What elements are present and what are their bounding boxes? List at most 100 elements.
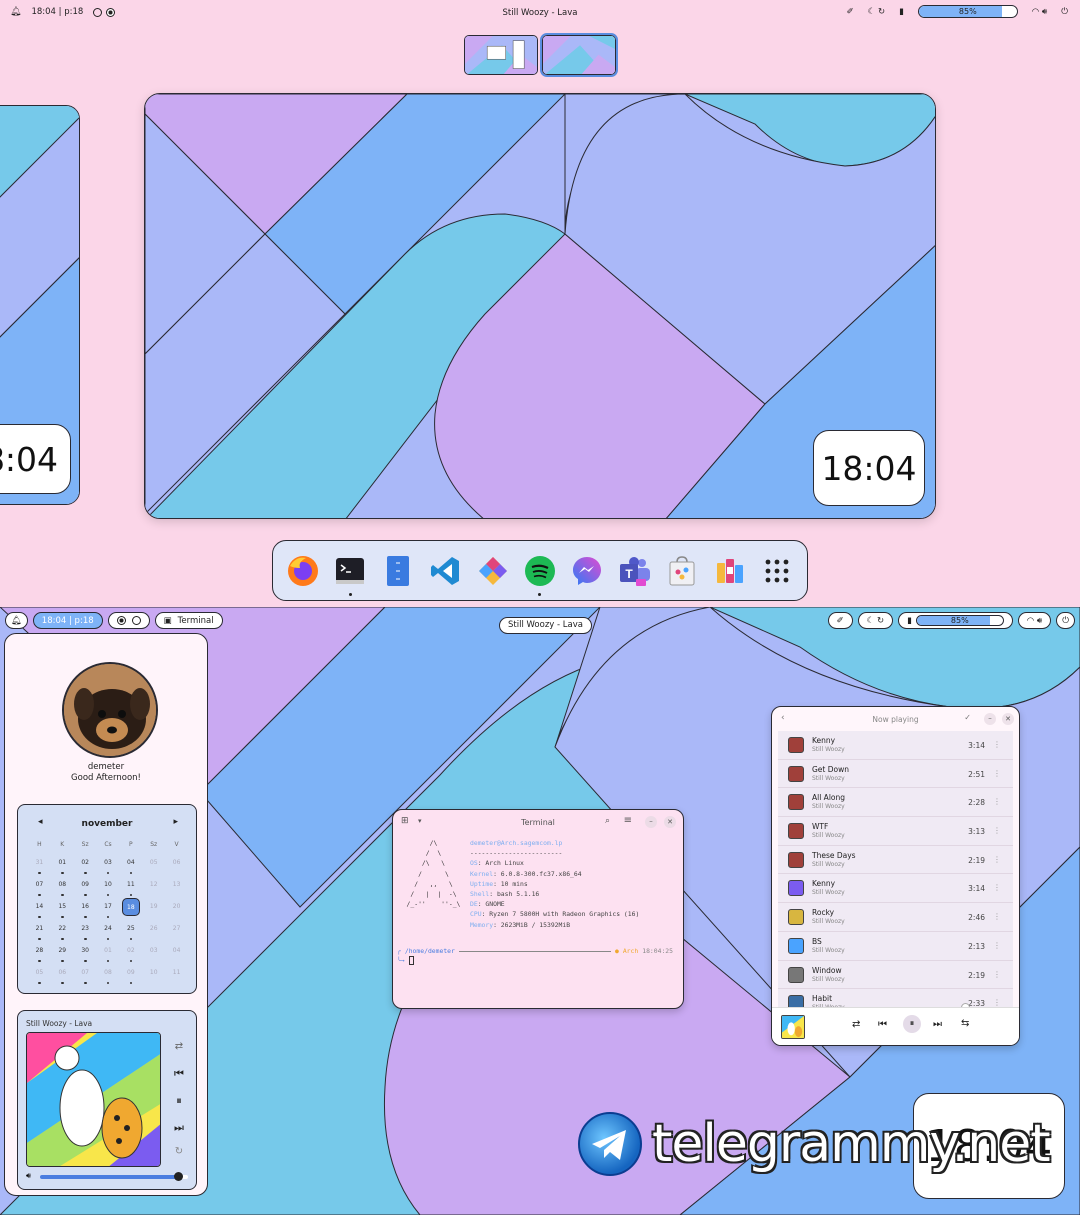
menu-icon[interactable]: ≡ bbox=[624, 815, 632, 826]
calendar-day[interactable]: 12 bbox=[142, 877, 165, 899]
calendar-day[interactable]: 30 bbox=[74, 943, 97, 965]
calendar-day[interactable]: 27 bbox=[165, 921, 188, 943]
volume-knob[interactable] bbox=[173, 1172, 183, 1181]
calendar-day[interactable]: 10 bbox=[97, 877, 120, 899]
calendar-day[interactable]: 09 bbox=[119, 965, 142, 987]
calendar-day[interactable]: 05 bbox=[28, 965, 51, 987]
calendar-day[interactable]: 28 bbox=[28, 943, 51, 965]
dock-teams[interactable]: T bbox=[617, 553, 653, 589]
active-workspace-preview[interactable]: 18:04 bbox=[144, 93, 936, 519]
calendar-day[interactable]: 03 bbox=[142, 943, 165, 965]
calendar-day[interactable]: 07 bbox=[74, 965, 97, 987]
dock-messenger[interactable] bbox=[569, 553, 605, 589]
calendar-day[interactable]: 17 bbox=[97, 899, 120, 921]
pause-button[interactable]: ⏸ bbox=[903, 1015, 921, 1033]
dock-software[interactable] bbox=[664, 553, 700, 589]
avatar[interactable] bbox=[62, 662, 158, 758]
album-cover[interactable] bbox=[26, 1032, 161, 1167]
calendar-day[interactable]: 26 bbox=[142, 921, 165, 943]
dock-kodi[interactable] bbox=[475, 553, 511, 589]
color-picker-button[interactable]: ✐ bbox=[827, 612, 853, 629]
night-light-button[interactable]: ☾ ↻ bbox=[857, 612, 894, 629]
calendar-day[interactable]: 01 bbox=[51, 855, 74, 877]
calendar-day[interactable]: 31 bbox=[28, 855, 51, 877]
workspace-thumbnail-2[interactable] bbox=[540, 33, 618, 77]
previous-button[interactable]: ⏮ bbox=[878, 1019, 887, 1030]
calendar-day[interactable]: 06 bbox=[165, 855, 188, 877]
next-button[interactable]: ⏭ bbox=[933, 1019, 942, 1030]
more-options-icon[interactable]: ⋮ bbox=[993, 797, 1001, 806]
notifications-button[interactable]: 🔔︎ bbox=[5, 612, 28, 629]
workspace-dot-empty[interactable] bbox=[131, 616, 141, 625]
workspace-dot-active[interactable] bbox=[116, 616, 126, 625]
track-row[interactable]: These Days Still Woozy 2:19 ⋮ bbox=[778, 845, 1013, 875]
shuffle-button[interactable]: ⇄ bbox=[172, 1041, 186, 1052]
calendar-next-button[interactable]: ▸ bbox=[173, 817, 178, 827]
calendar-day[interactable]: 01 bbox=[97, 943, 120, 965]
track-row[interactable]: Kenny Still Woozy 3:14 ⋮ bbox=[778, 731, 1013, 760]
dock-text-editor[interactable] bbox=[380, 553, 416, 589]
now-playing-cover[interactable] bbox=[781, 1015, 805, 1039]
calendar-day[interactable]: 11 bbox=[165, 965, 188, 987]
shuffle-button[interactable]: ⇄ bbox=[852, 1019, 860, 1030]
color-picker-icon[interactable]: ✐ bbox=[847, 7, 854, 17]
focused-app-button[interactable]: ▣ Terminal bbox=[154, 612, 223, 629]
calendar-day[interactable]: 14 bbox=[28, 899, 51, 921]
calendar-day[interactable]: 07 bbox=[28, 877, 51, 899]
calendar-day[interactable]: 08 bbox=[97, 965, 120, 987]
more-options-icon[interactable]: ⋮ bbox=[993, 941, 1001, 950]
calendar-day[interactable]: 08 bbox=[51, 877, 74, 899]
terminal-window[interactable]: ⊞ ▾ Terminal ⌕ ≡ – ✕ /\ / \ /\ \ / \ / ,… bbox=[392, 809, 684, 1009]
battery-button[interactable]: ▮ 85% bbox=[898, 612, 1013, 629]
more-options-icon[interactable]: ⋮ bbox=[993, 740, 1001, 749]
workspace-indicator[interactable] bbox=[107, 612, 150, 629]
track-row[interactable]: BS Still Woozy 2:13 ⋮ bbox=[778, 931, 1013, 961]
more-options-icon[interactable]: ⋮ bbox=[993, 826, 1001, 835]
minimize-button[interactable]: – bbox=[984, 713, 996, 725]
calendar-day[interactable]: 05 bbox=[142, 855, 165, 877]
dock-terminal[interactable] bbox=[332, 553, 368, 596]
minimize-button[interactable]: – bbox=[645, 816, 657, 828]
calendar-day[interactable]: 02 bbox=[119, 943, 142, 965]
night-light-icon[interactable]: ☾ ↻ bbox=[868, 7, 885, 17]
calendar-day[interactable]: 24 bbox=[97, 921, 120, 943]
more-options-icon[interactable]: ⋮ bbox=[993, 855, 1001, 864]
track-row[interactable]: Kenny Still Woozy 3:14 ⋮ bbox=[778, 874, 1013, 904]
calendar-day[interactable]: 18 bbox=[119, 898, 142, 921]
panel-now-playing[interactable]: Still Woozy - Lava bbox=[499, 616, 592, 634]
close-button[interactable]: ✕ bbox=[664, 816, 676, 828]
close-button[interactable]: ✕ bbox=[1002, 713, 1014, 725]
calendar-day[interactable]: 16 bbox=[74, 899, 97, 921]
calendar-day[interactable]: 15 bbox=[51, 899, 74, 921]
calendar-day[interactable]: 13 bbox=[165, 877, 188, 899]
dock-spotify[interactable] bbox=[522, 553, 558, 596]
power-icon[interactable]: ⏻ bbox=[1061, 7, 1068, 17]
track-row[interactable]: WTF Still Woozy 3:13 ⋮ bbox=[778, 817, 1013, 846]
dock-vscode[interactable] bbox=[427, 553, 463, 589]
next-button[interactable]: ⏭ bbox=[172, 1121, 186, 1135]
more-options-icon[interactable]: ⋮ bbox=[993, 912, 1001, 921]
calendar-day[interactable]: 10 bbox=[142, 965, 165, 987]
volume-slider[interactable]: 🔊︎ bbox=[26, 1171, 190, 1182]
calendar-day[interactable]: 06 bbox=[51, 965, 74, 987]
music-player-window[interactable]: ‹ Now playing ✓ – ✕ Kenny Still Woozy 3:14… bbox=[771, 706, 1020, 1046]
calendar-day[interactable]: 29 bbox=[51, 943, 74, 965]
player-headerbar[interactable]: ‹ Now playing ✓ – ✕ bbox=[772, 707, 1019, 731]
calendar-day[interactable]: 04 bbox=[165, 943, 188, 965]
repeat-button[interactable]: ⇆ bbox=[961, 1018, 969, 1029]
dock-show-apps[interactable] bbox=[759, 553, 795, 589]
battery-bar[interactable]: 85% bbox=[917, 5, 1018, 18]
calendar-day[interactable]: 21 bbox=[28, 921, 51, 943]
dock-flatseal[interactable] bbox=[712, 553, 748, 589]
select-button[interactable]: ✓ bbox=[964, 713, 971, 722]
calendar-day[interactable]: 04 bbox=[119, 855, 142, 877]
text-cursor[interactable] bbox=[408, 956, 414, 965]
dock-firefox[interactable] bbox=[285, 553, 321, 589]
track-row[interactable]: Window Still Woozy 2:19 ⋮ bbox=[778, 960, 1013, 990]
calendar-day[interactable]: 20 bbox=[165, 899, 188, 921]
calendar-day[interactable]: 23 bbox=[74, 921, 97, 943]
repeat-button[interactable]: ↻ bbox=[172, 1146, 186, 1157]
terminal-titlebar[interactable]: ⊞ ▾ Terminal ⌕ ≡ – ✕ bbox=[393, 810, 683, 834]
calendar-day[interactable]: 09 bbox=[74, 877, 97, 899]
track-row[interactable]: Get Down Still Woozy 2:51 ⋮ bbox=[778, 759, 1013, 789]
